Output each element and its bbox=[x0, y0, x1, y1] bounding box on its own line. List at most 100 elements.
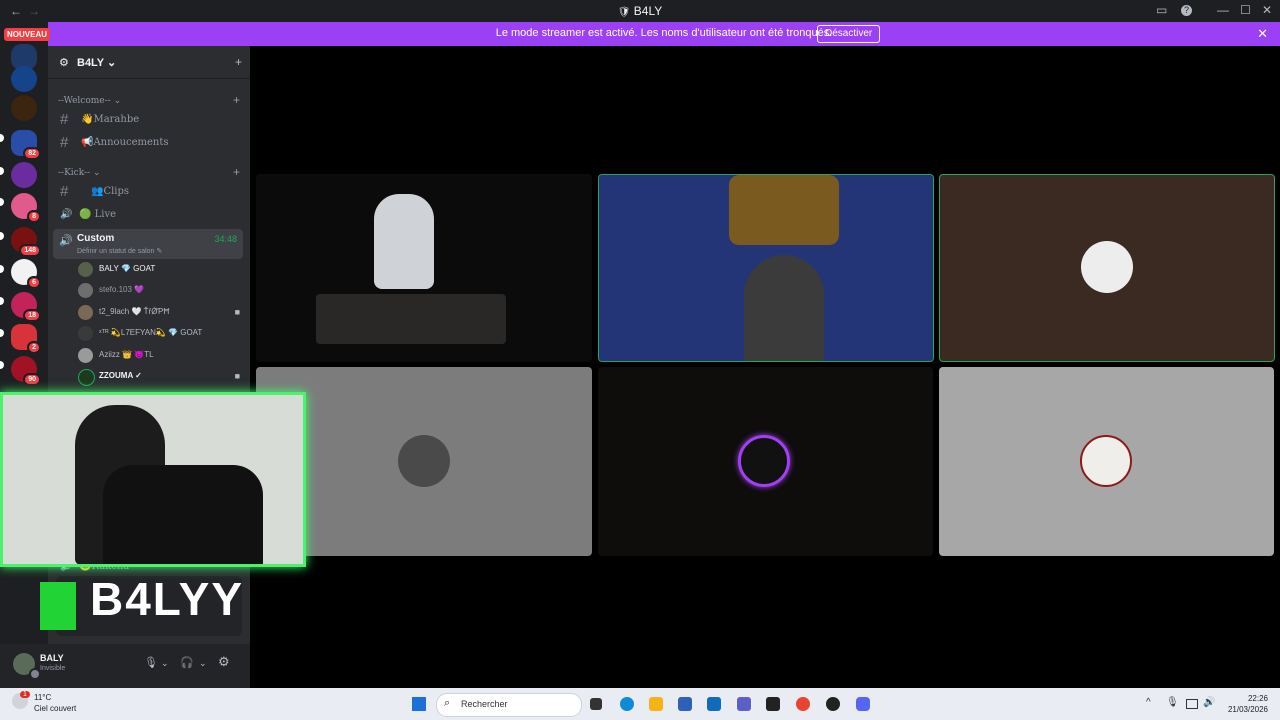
tray-microphone-icon[interactable]: 🎙 bbox=[1166, 697, 1179, 708]
add-channel-icon[interactable]: + bbox=[233, 165, 240, 179]
streamer-webcam-overlay bbox=[0, 392, 306, 567]
headset-icon[interactable]: 🎧 bbox=[180, 656, 194, 669]
start-windows-icon[interactable] bbox=[412, 697, 426, 711]
server-icon-6[interactable]: 8 bbox=[11, 193, 41, 223]
mention-badge: 6 bbox=[27, 276, 41, 289]
disable-streamer-button[interactable]: Désactiver bbox=[817, 25, 881, 43]
category-welcome[interactable]: --Welcome-- ⌄ bbox=[58, 96, 121, 106]
system-clock[interactable]: 22:26 21/03/2026 bbox=[1228, 693, 1268, 715]
desk bbox=[316, 294, 506, 344]
voice-user[interactable]: ZZOUMA ✓ ■ bbox=[78, 367, 244, 387]
minimize-button[interactable]: — bbox=[1217, 3, 1229, 17]
teams-icon[interactable] bbox=[737, 697, 751, 711]
channel-marahbe[interactable]: # 👋Marahbe bbox=[54, 110, 242, 130]
settings-gear-icon[interactable]: ⚙ bbox=[218, 654, 230, 670]
unread-pip bbox=[0, 297, 4, 305]
category-kick[interactable]: --Kick-- ⌄ bbox=[58, 168, 101, 178]
store-icon[interactable] bbox=[678, 697, 692, 711]
server-icon-2[interactable] bbox=[11, 66, 37, 92]
video-tile-5[interactable] bbox=[598, 367, 933, 556]
mention-badge: 90 bbox=[23, 373, 41, 386]
unread-pip bbox=[0, 198, 4, 206]
add-member-icon[interactable]: + bbox=[235, 55, 242, 69]
server-icon-3[interactable] bbox=[11, 95, 37, 121]
voice-user[interactable]: ˣᵀᴿ 💫L7EFYAN💫 💎 GOAT bbox=[78, 324, 244, 344]
voice-user-name: BALY 💎 GOAT bbox=[99, 264, 156, 273]
terminal-icon[interactable] bbox=[766, 697, 780, 711]
unread-pip bbox=[0, 329, 4, 337]
close-banner-icon[interactable]: ✕ bbox=[1257, 26, 1268, 42]
voice-user[interactable]: BALY 💎 GOAT bbox=[78, 260, 244, 280]
clock-date: 21/03/2026 bbox=[1227, 705, 1268, 714]
avatar bbox=[1081, 241, 1133, 293]
weather-condition: Ciel couvert bbox=[34, 704, 77, 713]
server-icon-10[interactable]: 2 bbox=[11, 324, 41, 354]
camera-icon: ■ bbox=[234, 371, 240, 381]
close-window-button[interactable]: ✕ bbox=[1262, 3, 1272, 17]
video-tile-2[interactable] bbox=[598, 174, 934, 362]
video-tile-4[interactable] bbox=[256, 367, 592, 556]
voice-user[interactable]: stefo.103 💜 bbox=[78, 281, 244, 301]
server-icon-9[interactable]: 18 bbox=[11, 292, 41, 322]
maximize-button[interactable]: ☐ bbox=[1240, 3, 1251, 17]
taskbar-search[interactable]: ⌕ Rechercher bbox=[436, 693, 582, 717]
search-icon: ⌕ bbox=[444, 697, 451, 709]
server-icon-7[interactable]: 148 bbox=[11, 227, 41, 257]
app-icon[interactable] bbox=[826, 697, 840, 711]
file-explorer-icon[interactable] bbox=[649, 697, 663, 711]
voice-user-name: ZZOUMA ✓ bbox=[99, 371, 142, 380]
channel-label: 📢Annoucements bbox=[81, 137, 169, 148]
mention-badge: 148 bbox=[19, 244, 41, 257]
help-icon[interactable]: ? bbox=[1181, 5, 1192, 16]
text-channel-icon: # bbox=[60, 134, 69, 151]
volume-icon[interactable]: 🔊 bbox=[1203, 697, 1215, 708]
banner-message: Le mode streamer est activé. Les noms d'… bbox=[48, 27, 1280, 39]
server-header[interactable]: ⚙ B4LY ⌄ + bbox=[48, 46, 250, 79]
discord-icon[interactable] bbox=[856, 697, 870, 711]
video-tile-1[interactable] bbox=[256, 174, 592, 362]
stream-brand-text: B4LYY bbox=[90, 573, 245, 625]
video-tile-6[interactable] bbox=[939, 367, 1274, 556]
avatar bbox=[78, 305, 93, 320]
channel-label: 👥Clips bbox=[91, 186, 130, 197]
chevron-down-icon: ⌄ bbox=[113, 96, 122, 106]
avatar bbox=[398, 435, 450, 487]
chevron-down-icon[interactable]: ⌄ bbox=[199, 658, 207, 669]
server-icon-4[interactable]: 82 bbox=[11, 130, 41, 160]
clock-time: 22:26 bbox=[1247, 694, 1268, 703]
task-view-icon[interactable] bbox=[590, 698, 602, 710]
outlook-icon[interactable] bbox=[707, 697, 721, 711]
participant-figure bbox=[374, 194, 434, 289]
tray-chevron-icon[interactable]: ^ bbox=[1146, 697, 1151, 708]
inbox-icon[interactable]: ▭ bbox=[1156, 3, 1167, 17]
search-placeholder: Rechercher bbox=[461, 699, 508, 709]
mention-badge: 2 bbox=[27, 341, 41, 354]
category-label: --Welcome-- bbox=[58, 96, 111, 106]
set-channel-status[interactable]: Définir un statut de salon ✎ bbox=[77, 247, 162, 255]
video-tile-3[interactable] bbox=[939, 174, 1275, 362]
jacket bbox=[103, 465, 263, 564]
voice-user[interactable]: t2_9lach 🤍 ŤŕǾƤĦ ■ bbox=[78, 303, 244, 323]
channel-label: 🟢 Live bbox=[79, 209, 117, 220]
network-icon[interactable] bbox=[1186, 699, 1198, 709]
microphone-icon[interactable]: 🎙 bbox=[144, 656, 158, 669]
server-name: B4LY ⌄ bbox=[77, 56, 116, 69]
banner-message-text: Le mode streamer est activé. Les noms d'… bbox=[495, 27, 833, 39]
channel-clips[interactable]: # 👥Clips bbox=[54, 182, 242, 202]
window-title: 🛡 B4LY bbox=[617, 4, 663, 18]
server-icon-11[interactable]: 90 bbox=[11, 356, 41, 386]
chrome-icon[interactable] bbox=[796, 697, 810, 711]
voice-user[interactable]: Aziizz 👑 😈TL bbox=[78, 346, 244, 366]
voice-channel-timer: 34:48 bbox=[214, 234, 237, 244]
chevron-down-icon[interactable]: ⌄ bbox=[161, 658, 169, 669]
server-icon-5[interactable] bbox=[11, 162, 37, 188]
add-channel-icon[interactable]: + bbox=[233, 93, 240, 107]
channel-annoucements[interactable]: # 📢Annoucements bbox=[54, 133, 242, 153]
server-icon-8[interactable]: 6 bbox=[11, 259, 41, 289]
channel-live[interactable]: 🔊 🟢 Live bbox=[54, 205, 242, 225]
voice-channel-name: Custom bbox=[77, 233, 115, 244]
edge-browser-icon[interactable] bbox=[620, 697, 634, 711]
text-channel-icon: # bbox=[60, 111, 69, 128]
server-badge-icon: ⚙ bbox=[59, 57, 69, 69]
voice-channel-custom[interactable]: 🔊 Custom 34:48 Définir un statut de salo… bbox=[53, 229, 243, 259]
